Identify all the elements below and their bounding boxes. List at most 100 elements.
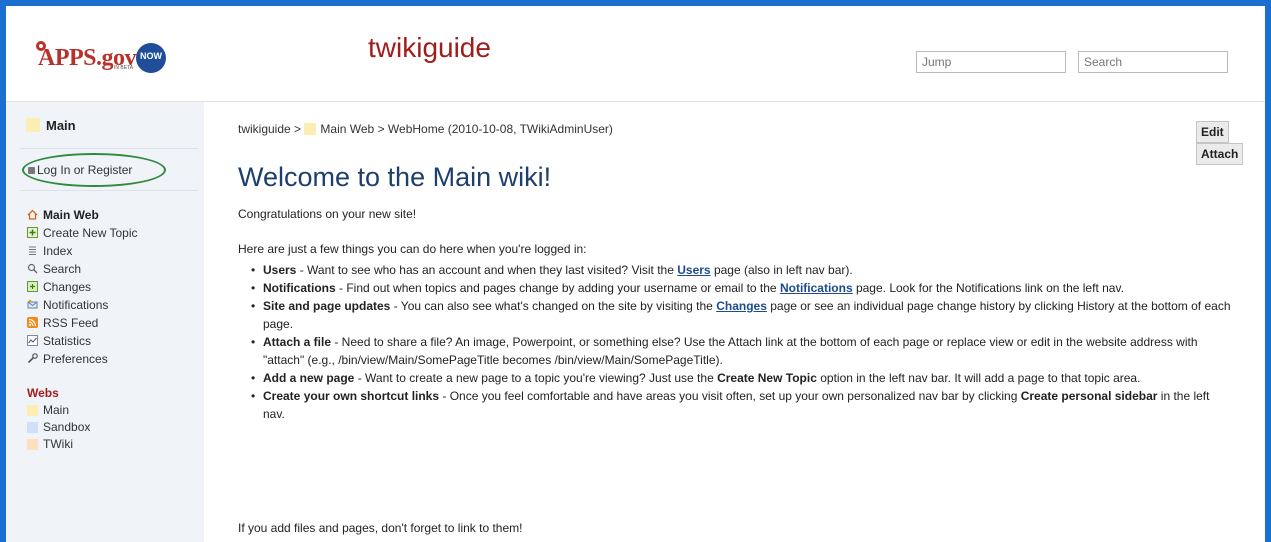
lead-text: Here are just a few things you can do he… xyxy=(238,242,587,256)
list-item: • Attach a file - Need to share a file? A… xyxy=(251,335,1198,367)
search-input[interactable] xyxy=(1078,51,1228,73)
sidebar-item-notifications[interactable]: Notifications xyxy=(27,296,138,314)
list-item: • Create your own shortcut links - Once y… xyxy=(251,389,1210,421)
web-nav: Main Web Create New Topic Index Search C… xyxy=(27,206,138,368)
notifications-link[interactable]: Notifications xyxy=(780,281,853,295)
list-item: • Site and page updates - You can also se… xyxy=(251,299,1231,331)
home-icon xyxy=(27,209,38,220)
sidebar-item-preferences[interactable]: Preferences xyxy=(27,350,138,368)
item-text: - Once you feel comfortable and have are… xyxy=(439,389,1021,403)
web-label: Sandbox xyxy=(43,420,91,434)
item-text: - You can also see what's changed on the… xyxy=(390,299,717,313)
nav-label: Main Web xyxy=(43,208,99,222)
site-title[interactable]: twikiguide xyxy=(368,32,491,64)
main-content: twikiguide > Main Web > WebHome (2010-10… xyxy=(205,102,1265,542)
item-term: Notifications xyxy=(263,281,336,295)
search-icon xyxy=(27,263,38,274)
item-text: - Want to create a new page to a topic y… xyxy=(354,371,718,385)
login-or: or xyxy=(73,163,85,177)
nav-label: Changes xyxy=(43,280,92,294)
web-color-icon xyxy=(304,123,317,135)
browser-frame: APPS.gov IN BETA NOW twikiguide Main Log… xyxy=(0,0,1271,542)
web-color-icon xyxy=(27,422,38,433)
list-item: • Add a new page - Want to create a new p… xyxy=(251,371,1141,385)
divider xyxy=(20,148,198,149)
log-in-link[interactable]: Log In xyxy=(37,163,70,177)
sidebar-item-web-main[interactable]: Main xyxy=(27,402,90,419)
rss-icon xyxy=(27,317,38,328)
preferences-icon xyxy=(27,353,38,364)
item-term: Add a new page xyxy=(263,371,355,385)
nav-label: RSS Feed xyxy=(43,316,99,330)
web-color-icon xyxy=(26,118,40,132)
index-icon xyxy=(29,246,36,255)
current-web[interactable]: Main xyxy=(26,118,76,133)
sidebar-item-rss-feed[interactable]: RSS Feed xyxy=(27,314,138,332)
item-text: page (also in left nav bar). xyxy=(710,263,853,277)
breadcrumb-topic[interactable]: WebHome xyxy=(388,122,444,136)
web-color-icon xyxy=(27,439,38,450)
lock-icon xyxy=(28,167,35,174)
item-bold: Create New Topic xyxy=(717,371,817,385)
sidebar-item-main-web[interactable]: Main Web xyxy=(27,206,138,224)
sidebar-item-web-twiki[interactable]: TWiki xyxy=(27,436,90,453)
feature-list: • Users - Want to see who has an account … xyxy=(251,261,1231,423)
sidebar-item-index[interactable]: Index xyxy=(27,242,138,260)
header: APPS.gov IN BETA NOW twikiguide xyxy=(6,6,1265,102)
item-text: - Need to share a file? An image, Powerp… xyxy=(263,335,1198,367)
nav-label: Statistics xyxy=(43,334,92,348)
web-label: Main xyxy=(43,403,70,417)
breadcrumb-separator: > xyxy=(294,122,302,136)
sidebar-item-web-sandbox[interactable]: Sandbox xyxy=(27,419,90,436)
item-term: Attach a file xyxy=(263,335,332,349)
new-topic-icon xyxy=(27,227,38,238)
apps-gov-logo[interactable]: APPS.gov IN BETA NOW xyxy=(34,39,174,73)
nav-label: Search xyxy=(43,262,82,276)
logo-beta: IN BETA xyxy=(114,65,134,71)
item-term: Create your own shortcut links xyxy=(263,389,440,403)
attach-button[interactable]: Attach xyxy=(1196,143,1244,165)
login-row: Log In or Register xyxy=(28,163,132,177)
item-bold: Create personal sidebar xyxy=(1020,389,1158,403)
nav-label: Create New Topic xyxy=(43,226,138,240)
topic-actions: EditAttach xyxy=(1194,121,1265,165)
breadcrumb-revision: (2010-10-08, TWikiAdminUser) xyxy=(447,122,613,136)
register-link[interactable]: Register xyxy=(88,163,133,177)
changes-icon xyxy=(27,281,38,292)
sidebar-item-statistics[interactable]: Statistics xyxy=(27,332,138,350)
nav-label: Preferences xyxy=(43,352,108,366)
nav-label: Index xyxy=(43,244,73,258)
breadcrumb-web[interactable]: Main Web xyxy=(320,122,374,136)
webs-header: Webs xyxy=(27,386,59,400)
notifications-icon xyxy=(27,299,38,309)
list-item: • Notifications - Find out when topics an… xyxy=(251,281,1124,295)
footer-text: If you add files and pages, don't forget… xyxy=(238,521,523,535)
breadcrumb-site[interactable]: twikiguide xyxy=(238,122,291,136)
item-text: - Want to see who has an account and whe… xyxy=(296,263,678,277)
intro-text: Congratulations on your new site! xyxy=(238,207,417,221)
edit-button[interactable]: Edit xyxy=(1196,121,1229,143)
divider xyxy=(20,190,198,191)
nav-label: Notifications xyxy=(43,298,109,312)
item-text: page. Look for the Notifications link on… xyxy=(852,281,1124,295)
web-label: TWiki xyxy=(43,437,73,451)
item-term: Site and page updates xyxy=(263,299,391,313)
breadcrumb: twikiguide > Main Web > WebHome (2010-10… xyxy=(238,122,613,136)
sidebar-item-changes[interactable]: Changes xyxy=(27,278,138,296)
web-color-icon xyxy=(27,405,38,416)
sidebar-item-search[interactable]: Search xyxy=(27,260,138,278)
changes-link[interactable]: Changes xyxy=(716,299,767,313)
breadcrumb-separator: > xyxy=(377,122,385,136)
item-text: option in the left nav bar. It will add … xyxy=(816,371,1141,385)
jump-input[interactable] xyxy=(916,51,1066,73)
item-text: - Find out when topics and pages change … xyxy=(335,281,780,295)
statistics-icon xyxy=(27,335,38,346)
webs-list: Webs Main Sandbox TWiki xyxy=(27,385,90,453)
users-link[interactable]: Users xyxy=(677,263,710,277)
left-sidebar: Main Log In or Register Main Web Create … xyxy=(6,102,204,542)
current-web-label: Main xyxy=(46,118,76,133)
item-term: Users xyxy=(263,263,297,277)
sidebar-item-create-new-topic[interactable]: Create New Topic xyxy=(27,224,138,242)
list-item: • Users - Want to see who has an account … xyxy=(251,263,853,277)
logo-now-badge: NOW xyxy=(136,43,166,73)
